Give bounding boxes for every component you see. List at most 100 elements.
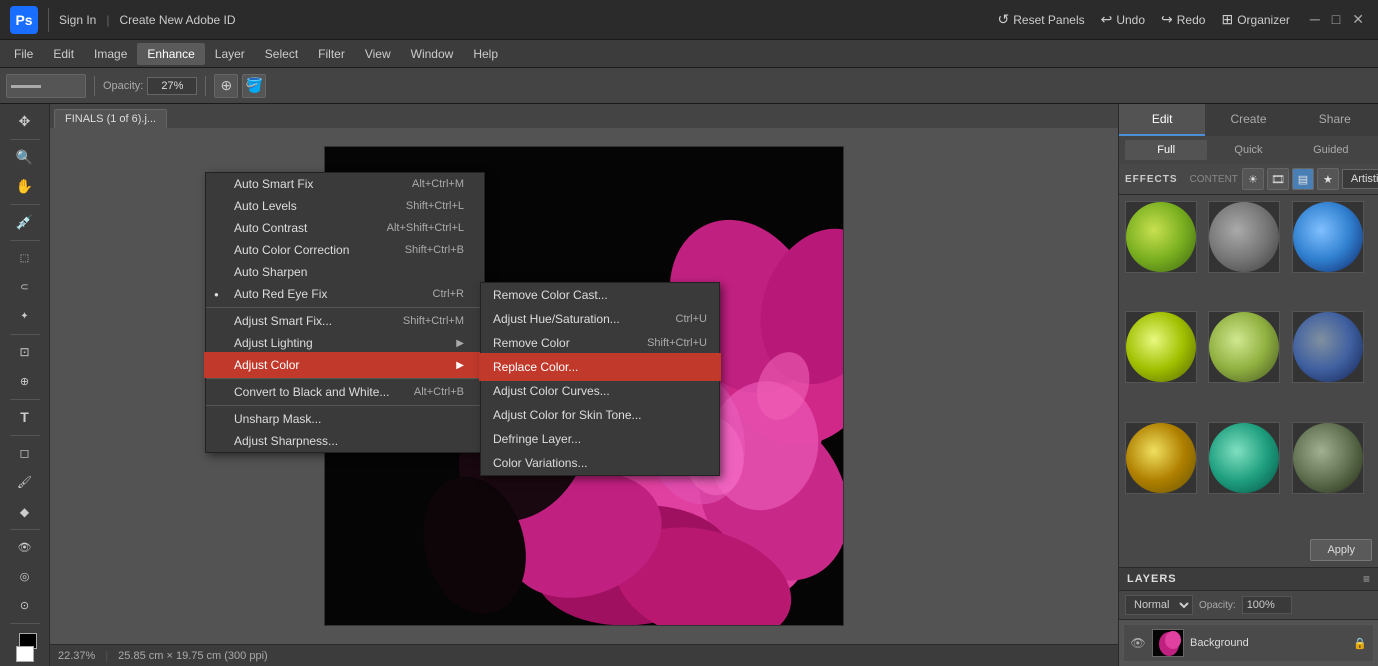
- effect-star-icon[interactable]: ★: [1317, 168, 1339, 190]
- submenu-adjust-color-curves[interactable]: Adjust Color Curves...: [481, 379, 719, 403]
- menu-adjust-smart-fix[interactable]: Adjust Smart Fix... Shift+Ctrl+M: [206, 310, 484, 332]
- blur-tool[interactable]: ◎: [8, 563, 42, 590]
- lasso-tool[interactable]: ⊂: [8, 274, 42, 301]
- tool-sep-1: [10, 139, 40, 140]
- layer-row-background[interactable]: 👁 Background 🔒: [1123, 624, 1374, 662]
- menu-enhance[interactable]: Enhance: [137, 43, 204, 65]
- menu-help[interactable]: Help: [463, 43, 508, 65]
- layers-menu-icon[interactable]: ≡: [1363, 572, 1370, 586]
- effect-thumb-9[interactable]: [1292, 422, 1364, 494]
- dodge-tool[interactable]: ⊙: [8, 592, 42, 619]
- blend-mode-dropdown[interactable]: Normal Multiply Screen Overlay: [1125, 595, 1193, 615]
- effect-thumb-3[interactable]: [1292, 201, 1364, 273]
- menu-view[interactable]: View: [355, 43, 401, 65]
- reset-panels-btn[interactable]: ↺ Reset Panels: [998, 11, 1085, 28]
- enhance-menu: Auto Smart Fix Alt+Ctrl+M Auto Levels Sh…: [205, 172, 485, 453]
- menu-adjust-lighting[interactable]: Adjust Lighting ▶: [206, 332, 484, 354]
- menu-window[interactable]: Window: [401, 43, 464, 65]
- status-bar: 22.37% | 25.85 cm × 19.75 cm (300 ppi): [50, 644, 1118, 666]
- eraser-tool[interactable]: ◻: [8, 440, 42, 467]
- menu-adjust-color[interactable]: Adjust Color ▶: [206, 354, 484, 376]
- hand-tool[interactable]: ✋: [8, 173, 42, 200]
- red-eye-tool[interactable]: 👁: [8, 534, 42, 561]
- apply-button[interactable]: Apply: [1310, 539, 1372, 561]
- minimize-btn[interactable]: ─: [1306, 11, 1324, 28]
- menu-adjust-sharpness[interactable]: Adjust Sharpness...: [206, 430, 484, 452]
- tool-sep-8: [10, 623, 40, 624]
- text-tool[interactable]: T: [8, 404, 42, 431]
- layer-opacity-input[interactable]: [1242, 596, 1292, 614]
- panel-tab-share[interactable]: Share: [1292, 104, 1378, 136]
- canvas-tab-1[interactable]: FINALS (1 of 6).j...: [54, 109, 167, 128]
- brush-size-control[interactable]: ▬▬▬: [6, 74, 86, 98]
- effect-thumb-8[interactable]: [1208, 422, 1280, 494]
- shape-tool[interactable]: ◆: [8, 498, 42, 525]
- maximize-btn[interactable]: □: [1328, 11, 1344, 28]
- toolbar-row: ▬▬▬ Opacity: ⊕ 🪣: [0, 68, 1378, 104]
- foreground-background-colors[interactable]: [16, 630, 34, 662]
- submenu-adjust-color-skin[interactable]: Adjust Color for Skin Tone...: [481, 403, 719, 427]
- paint-bucket-btn[interactable]: 🪣: [242, 74, 266, 98]
- spot-heal-tool[interactable]: ⊕: [8, 368, 42, 395]
- paint-tool[interactable]: 🖌: [8, 469, 42, 496]
- eyedropper-tool[interactable]: 💉: [8, 209, 42, 236]
- panel-tab-edit[interactable]: Edit: [1119, 104, 1205, 136]
- marquee-tool[interactable]: ⬚: [8, 245, 42, 272]
- layers-header: LAYERS ≡: [1119, 568, 1378, 591]
- submenu-defringe-layer[interactable]: Defringe Layer...: [481, 427, 719, 451]
- menu-auto-red-eye-fix[interactable]: ● Auto Red Eye Fix Ctrl+R: [206, 283, 484, 305]
- menu-edit[interactable]: Edit: [43, 43, 84, 65]
- menu-image[interactable]: Image: [84, 43, 137, 65]
- effects-grid: [1119, 195, 1378, 535]
- effect-layers-icon[interactable]: ▤: [1292, 168, 1314, 190]
- layer-visibility-toggle[interactable]: 👁: [1130, 635, 1146, 651]
- magic-wand-tool[interactable]: ✦: [8, 303, 42, 330]
- crop-tool[interactable]: ⊡: [8, 339, 42, 366]
- opacity-input[interactable]: [147, 77, 197, 95]
- panel-subtab-full[interactable]: Full: [1125, 140, 1207, 160]
- effect-thumb-4[interactable]: [1125, 311, 1197, 383]
- menu-select[interactable]: Select: [255, 43, 308, 65]
- create-adobe-id-link[interactable]: Create New Adobe ID: [119, 13, 235, 27]
- submenu-color-variations[interactable]: Color Variations...: [481, 451, 719, 475]
- menu-layer[interactable]: Layer: [205, 43, 255, 65]
- menu-auto-levels[interactable]: Auto Levels Shift+Ctrl+L: [206, 195, 484, 217]
- submenu-adjust-hue-saturation[interactable]: Adjust Hue/Saturation... Ctrl+U: [481, 307, 719, 331]
- effect-thumb-6[interactable]: [1292, 311, 1364, 383]
- menu-filter[interactable]: Filter: [308, 43, 355, 65]
- sample-tool-btn[interactable]: ⊕: [214, 74, 238, 98]
- menu-unsharp-mask[interactable]: Unsharp Mask...: [206, 408, 484, 430]
- layer-thumbnail: [1152, 629, 1184, 657]
- menu-auto-sharpen[interactable]: Auto Sharpen: [206, 261, 484, 283]
- effect-thumb-5[interactable]: [1208, 311, 1280, 383]
- redo-btn[interactable]: ↪ Redo: [1161, 11, 1205, 28]
- tool-sep-2: [10, 204, 40, 205]
- submenu-remove-color[interactable]: Remove Color Shift+Ctrl+U: [481, 331, 719, 355]
- effect-thumb-1[interactable]: [1125, 201, 1197, 273]
- canvas-area: FINALS (1 of 6).j...: [50, 104, 1118, 666]
- menu-auto-contrast[interactable]: Auto Contrast Alt+Shift+Ctrl+L: [206, 217, 484, 239]
- organizer-btn[interactable]: ⊞ Organizer: [1221, 11, 1289, 28]
- submenu-remove-color-cast[interactable]: Remove Color Cast...: [481, 283, 719, 307]
- menu-convert-bw[interactable]: Convert to Black and White... Alt+Ctrl+B: [206, 381, 484, 403]
- panel-subtab-guided[interactable]: Guided: [1290, 140, 1372, 160]
- panel-tab-create[interactable]: Create: [1205, 104, 1291, 136]
- submenu-replace-color[interactable]: Replace Color...: [481, 355, 719, 379]
- effect-thumb-7[interactable]: [1125, 422, 1197, 494]
- effect-sun-icon[interactable]: ☀: [1242, 168, 1264, 190]
- layer-lock-icon: 🔒: [1353, 636, 1367, 650]
- menu-file[interactable]: File: [4, 43, 43, 65]
- reset-icon: ↺: [998, 11, 1010, 28]
- zoom-tool[interactable]: 🔍: [8, 144, 42, 171]
- effect-film-icon[interactable]: 🎞: [1267, 168, 1289, 190]
- close-btn[interactable]: ✕: [1348, 11, 1368, 28]
- sign-in-link[interactable]: Sign In: [59, 13, 96, 27]
- effects-category-dropdown[interactable]: Artistic Brush Strokes Sketch Texture: [1342, 169, 1378, 189]
- undo-btn[interactable]: ↩ Undo: [1101, 11, 1145, 28]
- effect-thumb-2[interactable]: [1208, 201, 1280, 273]
- layers-title: LAYERS: [1127, 573, 1177, 585]
- menu-auto-color-correction[interactable]: Auto Color Correction Shift+Ctrl+B: [206, 239, 484, 261]
- menu-auto-smart-fix[interactable]: Auto Smart Fix Alt+Ctrl+M: [206, 173, 484, 195]
- panel-subtab-quick[interactable]: Quick: [1207, 140, 1289, 160]
- move-tool[interactable]: ✥: [8, 108, 42, 135]
